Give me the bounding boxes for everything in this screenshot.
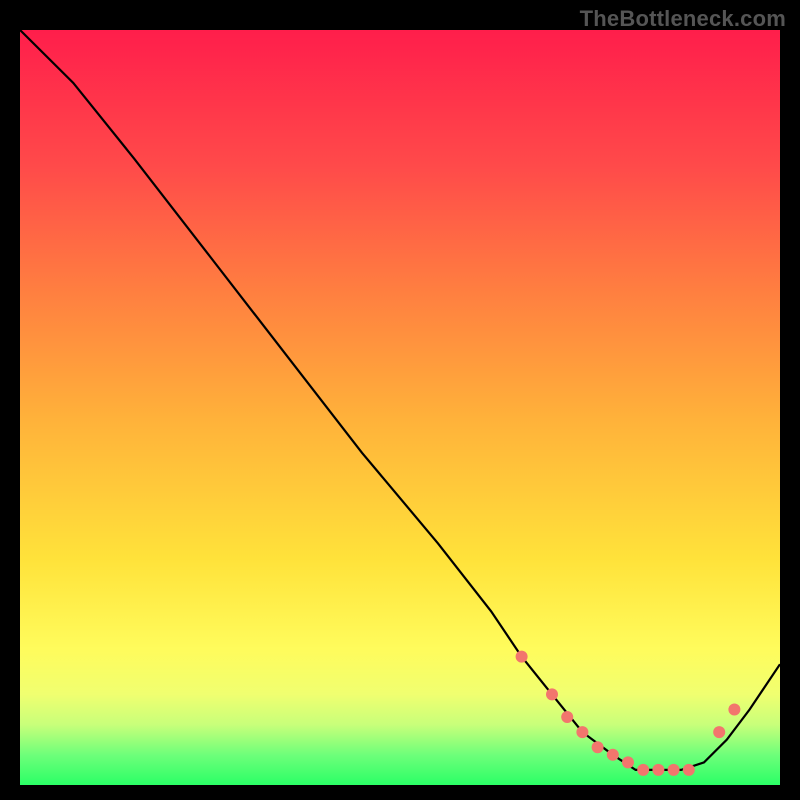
marker-point: [592, 741, 604, 753]
marker-point: [622, 756, 634, 768]
marker-point: [668, 764, 680, 776]
marker-point: [607, 749, 619, 761]
marker-point: [516, 651, 528, 663]
chart-container: TheBottleneck.com: [0, 0, 800, 800]
chart-overlay-svg: [20, 30, 780, 785]
bottleneck-curve-line: [20, 30, 780, 770]
marker-point: [713, 726, 725, 738]
plot-area: [20, 30, 780, 785]
curve-path: [20, 30, 780, 770]
highlighted-points: [516, 651, 741, 776]
marker-point: [576, 726, 588, 738]
marker-point: [561, 711, 573, 723]
marker-point: [728, 704, 740, 716]
marker-point: [683, 764, 695, 776]
marker-point: [546, 688, 558, 700]
watermark-text: TheBottleneck.com: [580, 6, 786, 32]
marker-point: [637, 764, 649, 776]
marker-point: [652, 764, 664, 776]
